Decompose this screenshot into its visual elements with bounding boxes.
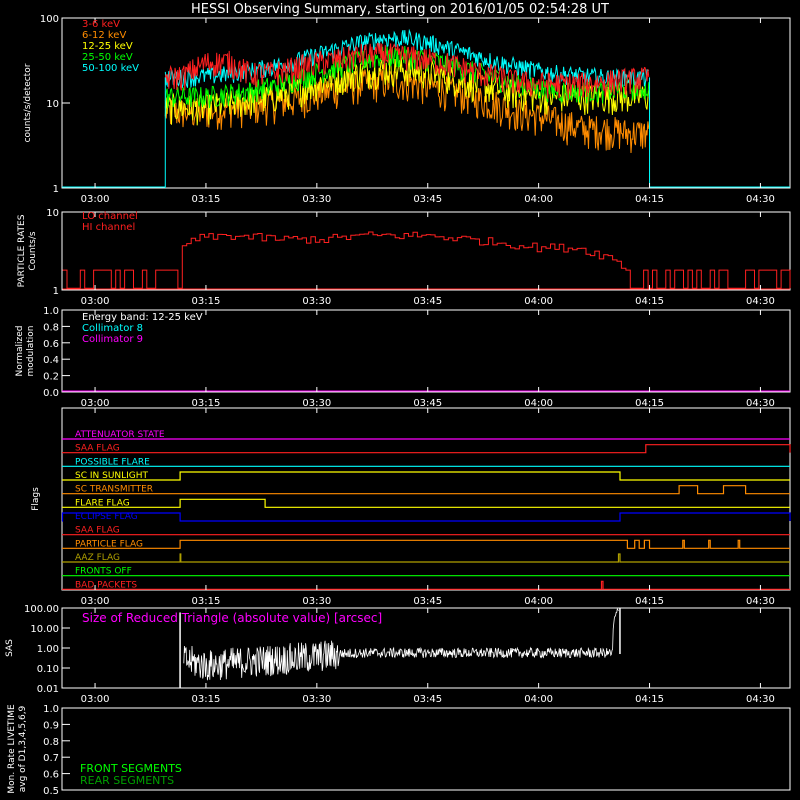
panel-2-xtick-label: 03:30 (302, 398, 331, 409)
panel-0-ylabel-line: counts/s/detector (23, 63, 33, 142)
panel-2-ytick-label: 1.0 (43, 306, 59, 317)
panel-2-ytick-label: 0.8 (43, 322, 59, 333)
panel-5-ytick-label: 0.8 (43, 737, 59, 748)
panel-5-ylabel-line: avg of D1,3,4,5,6,9 (18, 705, 28, 792)
figure-title: HESSI Observing Summary, starting on 201… (191, 2, 609, 17)
panel-0-xtick-label: 03:45 (413, 194, 442, 205)
panel-1-xtick-label: 03:45 (413, 296, 442, 307)
panel-1-xtick-label: 03:30 (302, 296, 331, 307)
hessi-summary: HESSI Observing Summary, starting on 201… (0, 0, 800, 800)
panel-4-xtick-label: 04:15 (635, 694, 664, 705)
panel-4-ytick-label: 1.00 (37, 644, 59, 655)
panel-4-xtick-label: 03:45 (413, 694, 442, 705)
panel-0-ylabel: counts/s/detector (23, 63, 33, 142)
panel-2-ytick-label: 0.2 (43, 372, 59, 383)
panel-2-ylabel-line: modulation (26, 326, 36, 377)
panel-2-xtick-label: 03:00 (81, 398, 110, 409)
panel-1-ylabel-line: PARTICLE RATES (17, 214, 27, 287)
panel-0-ytick-label: 1 (53, 184, 59, 195)
panel-0-xtick-label: 04:15 (635, 194, 664, 205)
panel-4-ytick-label: 10.00 (30, 624, 59, 635)
panel-5-ytick-label: 0.9 (43, 720, 59, 731)
panel-0-xtick-label: 04:30 (746, 194, 775, 205)
panel-2-xtick-label: 04:30 (746, 398, 775, 409)
panel-5-ytick-label: 0.7 (43, 753, 59, 764)
panel-0-ytick-label: 100 (40, 14, 59, 25)
panel-2-xtick-label: 04:15 (635, 398, 664, 409)
panel-3-xtick-label: 03:30 (302, 596, 331, 607)
panel-2-xtick-label: 03:45 (413, 398, 442, 409)
panel-4-title: Size of Reduced Triangle (absolute value… (82, 611, 382, 625)
panel-2-legend-entry: Energy band: 12-25 keV (82, 312, 203, 323)
panel-2-legend-entry: Collimator 9 (82, 334, 143, 345)
flag-eclipse-flag-line (61, 512, 791, 522)
panel-1-ytick-label: 10 (46, 208, 59, 219)
panel-4-ytick-label: 0.10 (37, 664, 59, 675)
panel-0-xtick-label: 03:30 (302, 194, 331, 205)
panel-1-ylabel-line: Counts/s (28, 231, 38, 270)
panel-4-xtick-label: 04:00 (524, 694, 553, 705)
panel-0-legend-entry: 50-100 keV (82, 63, 139, 74)
panel-4-ylabel: SAS (5, 639, 15, 657)
panel-3-frame (61, 407, 791, 591)
panel-2-ytick-label: 0.4 (43, 355, 59, 366)
panel-2-ylabel: Normalized modulation (15, 325, 36, 376)
panel-3-ylabel: Flags (31, 487, 41, 511)
panel-5-legend-entry: REAR SEGMENTS (80, 774, 174, 787)
panel-4-ylabel-line: SAS (5, 639, 15, 657)
panel-1-ylabel: PARTICLE RATES Counts/s (17, 214, 38, 287)
flag-flare-flag-line (62, 498, 790, 508)
panel-0-xtick-label: 03:00 (81, 194, 110, 205)
flag-sc-in-sunlight-line (62, 471, 790, 481)
panel-1-xtick-label: 03:00 (81, 296, 110, 307)
panel-4-xtick-label: 03:15 (192, 694, 221, 705)
panel-1-ytick-label: 1 (53, 286, 59, 297)
panel-3-xtick-label: 04:00 (524, 596, 553, 607)
flag-particle-flag-line (62, 539, 790, 549)
panel-0-xtick-label: 04:00 (524, 194, 553, 205)
panel-1-frame (61, 211, 791, 291)
panel-5-ylabel-line: Mon. Rate LIVETIME (7, 704, 17, 794)
flag-bad-packets-line (62, 580, 790, 590)
flag-saa-flag-line (62, 444, 791, 454)
panel-0-legend-entry: 3-6 keV (82, 19, 120, 30)
panel-1-xtick-label: 04:30 (746, 296, 775, 307)
panel-2-legend-entry: Collimator 8 (82, 323, 143, 334)
panel-3-xtick-label: 04:15 (635, 596, 664, 607)
series-lo-channel-line (62, 231, 791, 289)
panel-5-ytick-label: 0.5 (43, 786, 59, 797)
panel-3-ylabel-line: Flags (31, 487, 41, 511)
hessi-summary-figure: HESSI Observing Summary, starting on 201… (5, 2, 791, 797)
panel-4-xtick-label: 03:30 (302, 694, 331, 705)
panel-1-legend-entry: HI channel (82, 222, 135, 233)
panel-4-ytick-label: 100.00 (24, 604, 59, 615)
panel-1-xtick-label: 04:00 (524, 296, 553, 307)
panel-4-ytick-label: 0.01 (37, 684, 59, 695)
panel-3-xtick-label: 03:15 (192, 596, 221, 607)
panel-3-xtick-label: 04:30 (746, 596, 775, 607)
panel-0-legend-entry: 25-50 keV (82, 52, 133, 63)
panel-0-legend-entry: 12-25 keV (82, 41, 133, 52)
panel-2-ytick-label: 0.0 (43, 388, 59, 399)
panel-2-ylabel-line: Normalized (15, 325, 25, 376)
panel-2-xtick-label: 04:00 (524, 398, 553, 409)
panel-1-xtick-label: 03:15 (192, 296, 221, 307)
panel-5-ytick-label: 1.0 (43, 704, 59, 715)
panel-0-ytick-label: 10 (46, 99, 59, 110)
panel-3-xtick-label: 03:00 (81, 596, 110, 607)
panel-2-xtick-label: 03:15 (192, 398, 221, 409)
panel-1-xtick-label: 04:15 (635, 296, 664, 307)
panel-0-xtick-label: 03:15 (192, 194, 221, 205)
panel-0-legend-entry: 6-12 keV (82, 30, 126, 41)
flag-sc-transmitter-line (62, 485, 790, 495)
panel-3-xtick-label: 03:45 (413, 596, 442, 607)
flag-aaz-flag-line (62, 553, 790, 563)
panel-5-ytick-label: 0.6 (43, 770, 59, 781)
panel-2-ytick-label: 0.6 (43, 339, 59, 350)
panel-1-legend-entry: LO channel (82, 211, 138, 222)
panel-5-ylabel: Mon. Rate LIVETIME avg of D1,3,4,5,6,9 (7, 704, 28, 794)
panel-4-xtick-label: 04:30 (746, 694, 775, 705)
panel-4-xtick-label: 03:00 (81, 694, 110, 705)
